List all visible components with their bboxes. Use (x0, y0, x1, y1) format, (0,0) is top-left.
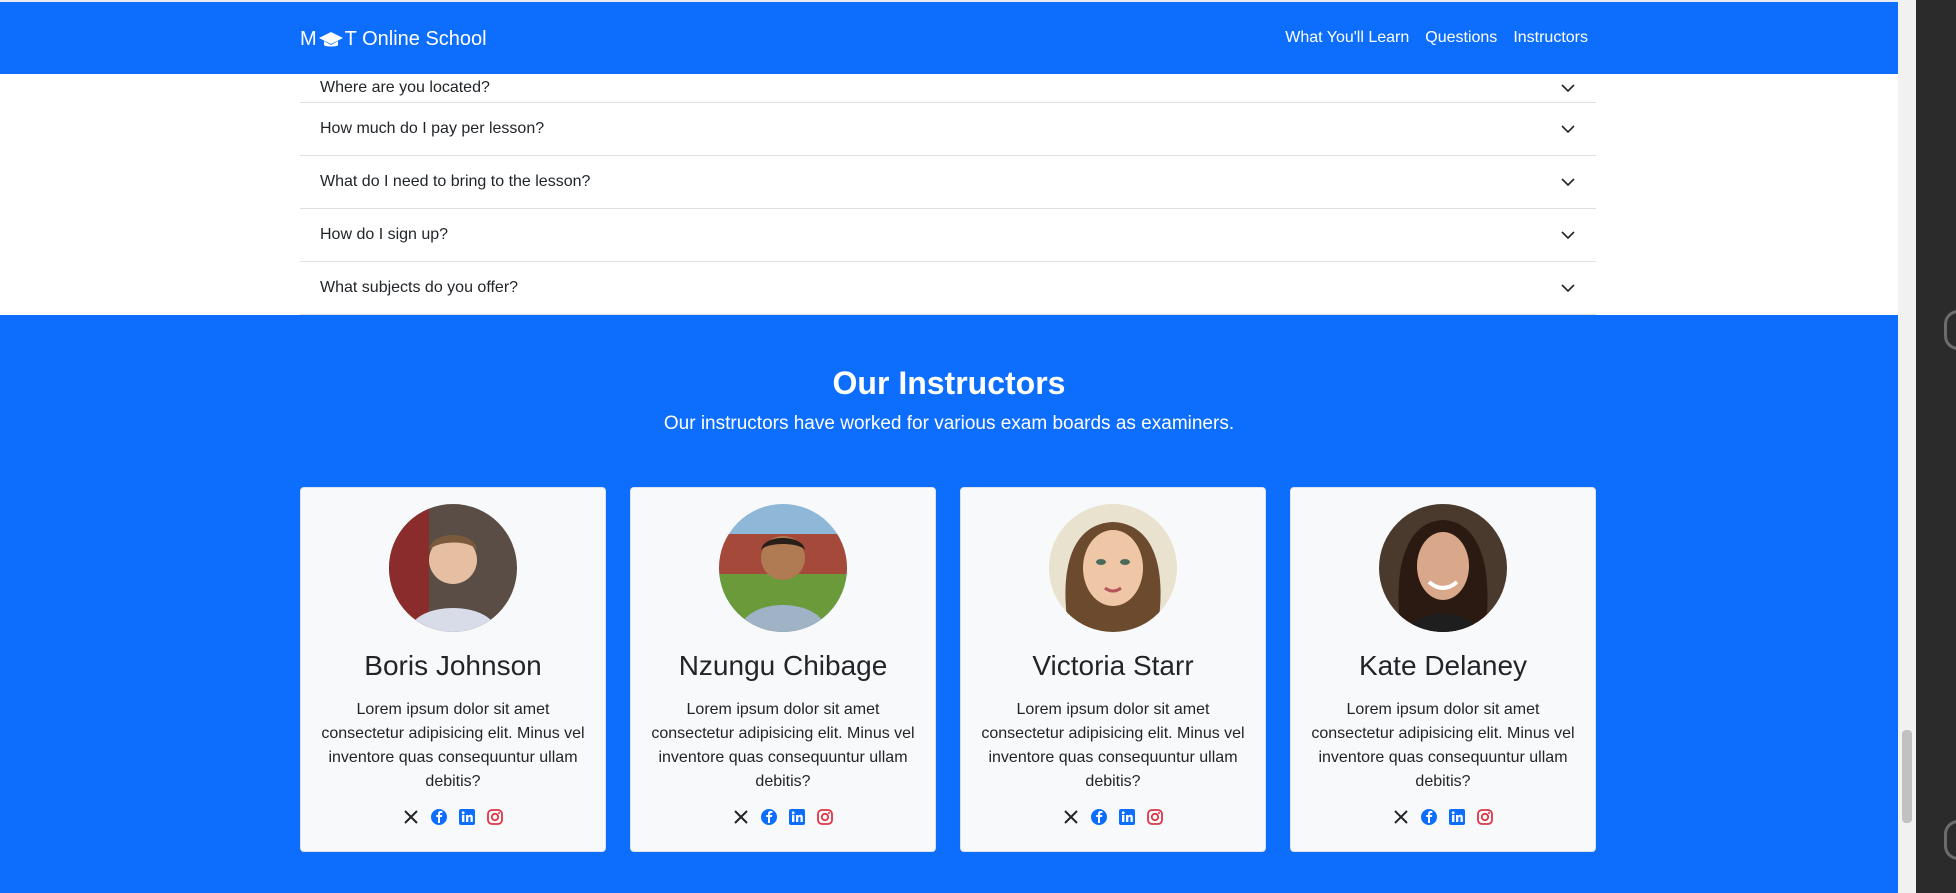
side-panel-glyph (1944, 310, 1956, 350)
instructor-bio: Lorem ipsum dolor sit amet consectetur a… (1311, 701, 1575, 790)
facebook-icon[interactable] (430, 808, 448, 826)
chevron-down-icon[interactable] (1560, 174, 1576, 190)
faq-question: Where are you located? (320, 79, 490, 96)
faq-question: What subjects do you offer? (320, 279, 519, 296)
brand-prefix: M (300, 28, 317, 50)
x-icon[interactable] (402, 808, 420, 826)
side-panel (1916, 0, 1956, 893)
linkedin-icon[interactable] (788, 808, 806, 826)
x-icon[interactable] (1392, 808, 1410, 826)
instructor-bio: Lorem ipsum dolor sit amet consectetur a… (981, 701, 1245, 790)
instagram-icon[interactable] (486, 808, 504, 826)
linkedin-icon[interactable] (1448, 808, 1466, 826)
section-title: Our Instructors (832, 365, 1066, 401)
instagram-icon[interactable] (1146, 808, 1164, 826)
instructor-card: Nzungu Chibage Lorem ipsum dolor sit ame… (630, 487, 936, 852)
instructor-card: Victoria Starr Lorem ipsum dolor sit ame… (960, 487, 1266, 852)
nav-link-instructors[interactable]: Instructors (1513, 29, 1588, 47)
chevron-down-icon[interactable] (1560, 280, 1576, 296)
instructors-section: Our Instructors Our instructors have wor… (0, 315, 1898, 893)
instructor-cards: Boris Johnson Lorem ipsum dolor sit amet… (300, 487, 1596, 852)
section-subtitle: Our instructors have worked for various … (663, 413, 1235, 434)
side-panel-glyph (1944, 820, 1956, 860)
facebook-icon[interactable] (1090, 808, 1108, 826)
instructor-name: Nzungu Chibage (678, 650, 888, 681)
chevron-down-icon[interactable] (1560, 227, 1576, 243)
nav-links: What You'll Learn Questions Instructors (1285, 29, 1588, 47)
social-links (961, 808, 1265, 826)
instructor-bio: Lorem ipsum dolor sit amet consectetur a… (321, 701, 585, 790)
instructor-bio: Lorem ipsum dolor sit amet consectetur a… (651, 701, 915, 790)
brand-suffix: T Online School (344, 28, 487, 50)
social-links (301, 808, 605, 826)
instructor-card: Boris Johnson Lorem ipsum dolor sit amet… (300, 487, 606, 852)
instructor-name: Victoria Starr (1032, 650, 1194, 681)
instructor-name: Kate Delaney (1358, 650, 1528, 681)
social-links (1291, 808, 1595, 826)
linkedin-icon[interactable] (458, 808, 476, 826)
nav-link-questions[interactable]: Questions (1425, 29, 1497, 47)
instagram-icon[interactable] (1476, 808, 1494, 826)
faq-item[interactable]: How much do I pay per lesson? (300, 103, 1596, 156)
facebook-icon[interactable] (1420, 808, 1438, 826)
scrollbar-thumb[interactable] (1902, 730, 1912, 823)
faq-accordion: Where are you located? How much do I pay… (300, 52, 1596, 315)
avatar (389, 504, 517, 632)
x-icon[interactable] (1062, 808, 1080, 826)
instructor-card: Kate Delaney Lorem ipsum dolor sit amet … (1290, 487, 1596, 852)
avatar (719, 504, 847, 632)
chevron-down-icon[interactable] (1560, 80, 1576, 96)
avatar (1379, 504, 1507, 632)
linkedin-icon[interactable] (1118, 808, 1136, 826)
chevron-down-icon[interactable] (1560, 121, 1576, 137)
instagram-icon[interactable] (816, 808, 834, 826)
faq-question: How much do I pay per lesson? (320, 120, 545, 137)
navbar: M T Online School What You'll Learn Ques… (0, 0, 1898, 74)
faq-item[interactable]: What do I need to bring to the lesson? (300, 156, 1596, 209)
faq-question: What do I need to bring to the lesson? (320, 173, 591, 190)
facebook-icon[interactable] (760, 808, 778, 826)
social-links (631, 808, 935, 826)
nav-link-learn[interactable]: What You'll Learn (1285, 29, 1409, 47)
graduation-cap-icon (318, 30, 344, 50)
instructor-name: Boris Johnson (364, 650, 542, 681)
brand-logo[interactable]: M T Online School (300, 28, 487, 51)
faq-item[interactable]: What subjects do you offer? (300, 262, 1596, 315)
avatar (1049, 504, 1177, 632)
faq-item[interactable]: How do I sign up? (300, 209, 1596, 262)
faq-question: How do I sign up? (320, 226, 449, 243)
x-icon[interactable] (732, 808, 750, 826)
